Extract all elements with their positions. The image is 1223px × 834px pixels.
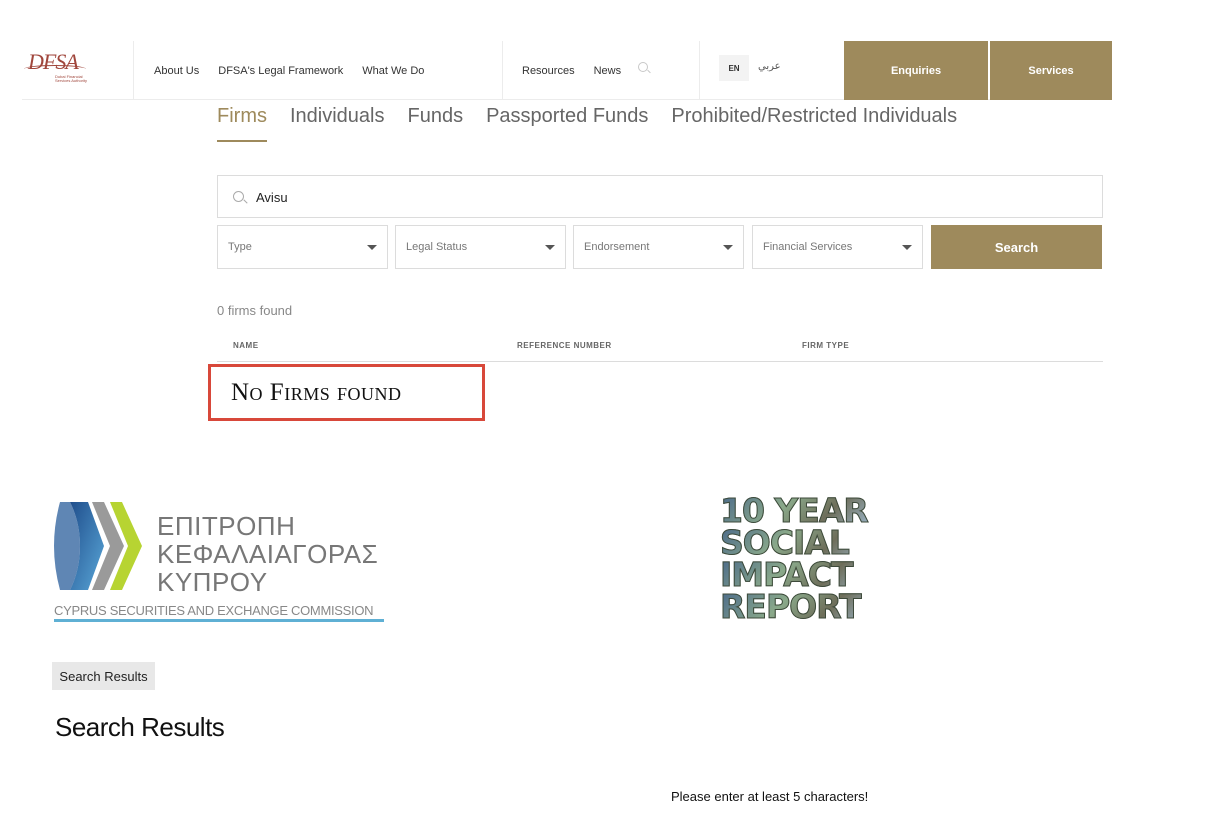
- filter-type[interactable]: Type: [217, 225, 388, 269]
- chevron-down-icon: [545, 244, 555, 250]
- filter-type-label: Type: [228, 241, 252, 253]
- main-nav: About Us DFSA's Legal Framework What We …: [154, 41, 443, 100]
- chevron-down-icon: [723, 244, 733, 250]
- search-button[interactable]: Search: [931, 225, 1102, 269]
- cysec-greek-title: ΕΠΙΤΡΟΠΗ ΚΕΦΑΛΑΙΑΓΟΡΑΣ ΚΥΠΡΟΥ: [157, 512, 378, 596]
- dfsa-logo[interactable]: DFSA Dubai Financial Services Authority: [22, 41, 134, 100]
- firm-search-input[interactable]: [256, 186, 1076, 208]
- tab-individuals[interactable]: Individuals: [290, 105, 385, 142]
- dfsa-header: DFSA Dubai Financial Services Authority …: [22, 41, 1112, 100]
- cysec-title-line: ΕΠΙΤΡΟΠΗ: [157, 511, 296, 541]
- services-button[interactable]: Services: [990, 41, 1112, 100]
- tab-passported-funds[interactable]: Passported Funds: [486, 105, 648, 142]
- nav-divider: [699, 41, 700, 100]
- lang-en-button[interactable]: EN: [719, 55, 749, 81]
- tab-firms[interactable]: Firms: [217, 105, 267, 142]
- filter-financial-services-label: Financial Services: [763, 241, 853, 253]
- filter-legal-status[interactable]: Legal Status: [395, 225, 566, 269]
- secondary-nav: Resources News: [522, 41, 640, 100]
- lang-ar-link[interactable]: عربي: [758, 61, 781, 72]
- cysec-underline: [54, 619, 384, 622]
- result-count: 0 firms found: [217, 303, 293, 318]
- dfsa-logo-swirl-icon: [24, 65, 86, 73]
- dfsa-logo-subtext: Dubai Financial Services Authority: [55, 74, 88, 83]
- cysec-logo-icon: [54, 502, 142, 590]
- cysec-title-line: ΚΥΠΡΟΥ: [157, 567, 268, 597]
- cysec-english-name: CYPRUS SECURITIES AND EXCHANGE COMMISSIO…: [54, 603, 374, 618]
- cysec-title-line: ΚΕΦΑΛΑΙΑΓΟΡΑΣ: [157, 539, 379, 569]
- table-header-divider: [217, 361, 1103, 362]
- filter-legal-status-label: Legal Status: [406, 241, 468, 253]
- enquiries-button[interactable]: Enquiries: [844, 41, 988, 100]
- validation-message: Please enter at least 5 characters!: [671, 789, 869, 804]
- nav-legal-framework[interactable]: DFSA's Legal Framework: [218, 65, 343, 77]
- column-header-firm-type[interactable]: FIRM TYPE: [802, 341, 849, 350]
- tab-funds[interactable]: Funds: [408, 105, 464, 142]
- register-tabs: Firms Individuals Funds Passported Funds…: [217, 105, 980, 142]
- nav-news[interactable]: News: [594, 65, 622, 77]
- tab-prohibited-individuals[interactable]: Prohibited/Restricted Individuals: [671, 105, 957, 142]
- breadcrumb[interactable]: Search Results: [52, 662, 155, 690]
- nav-what-we-do[interactable]: What We Do: [362, 65, 424, 77]
- nav-about-us[interactable]: About Us: [154, 65, 199, 77]
- filter-financial-services[interactable]: Financial Services: [752, 225, 923, 269]
- search-icon: [233, 191, 244, 202]
- column-header-reference-number[interactable]: REFERENCE NUMBER: [517, 341, 612, 350]
- nav-resources[interactable]: Resources: [522, 65, 575, 77]
- filter-endorsement[interactable]: Endorsement: [573, 225, 744, 269]
- nav-divider: [502, 41, 503, 100]
- chevron-down-icon: [367, 244, 377, 250]
- header-search-icon[interactable]: [638, 62, 648, 72]
- impact-report-line: REPORT: [720, 590, 900, 624]
- impact-report-banner[interactable]: 10 YEAR SOCIAL IMPACT REPORT: [720, 494, 900, 625]
- firm-search-box: [217, 175, 1103, 218]
- filter-endorsement-label: Endorsement: [584, 241, 650, 253]
- page-title: Search Results: [55, 712, 225, 742]
- no-firms-message: No Firms found: [208, 364, 485, 421]
- chevron-down-icon: [902, 244, 912, 250]
- column-header-name[interactable]: NAME: [233, 341, 259, 350]
